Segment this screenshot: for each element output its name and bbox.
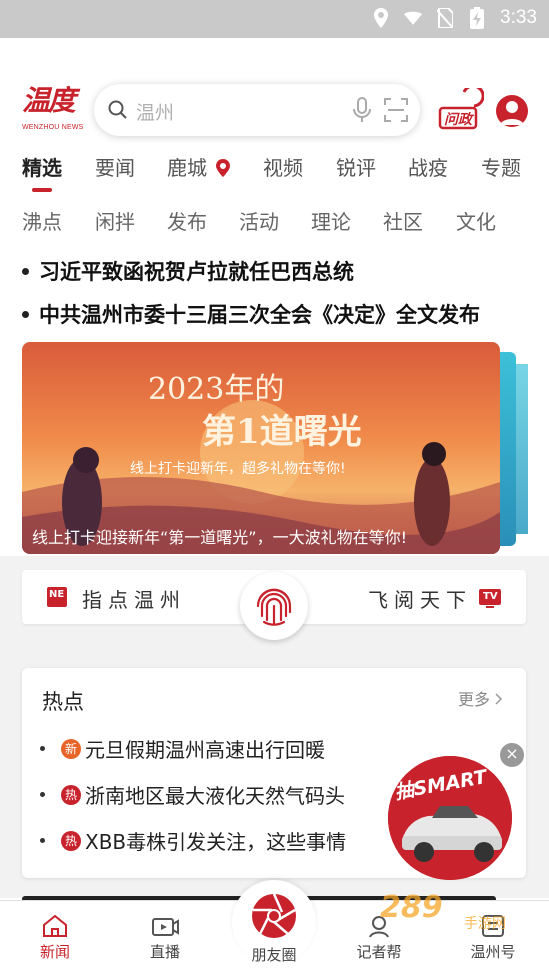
tab-fabu[interactable]: 发布 [167,206,207,235]
home-icon [20,911,90,941]
carousel-next-card[interactable] [500,352,516,546]
tv-icon-text: TV [483,591,498,602]
banner-caption: 线上打卡迎接新年“第一道曙光”，一大波礼物在等你! [32,528,407,547]
ask-government-icon[interactable]: 问政 [438,84,485,132]
hot-list-item[interactable]: 热 浙南地区最大液化天然气码头 [40,780,345,809]
status-icons: 3:33 [372,7,537,29]
zhidian-wenzhou-link[interactable]: 指点温州 [82,584,186,613]
bullet [22,267,29,275]
tab-shequ[interactable]: 社区 [383,206,423,235]
new-badge: 新 [61,738,81,759]
headline-item[interactable]: 中共温州市委十三届三次全会《决定》全文发布 [22,299,480,329]
news-icon: NE [46,586,68,612]
channel-tabs-primary: 精选 要闻 鹿城 视频 锐评 战疫 专题 [0,152,549,192]
search-icon [108,100,128,124]
fingerprint-icon [256,588,292,626]
tab-lucheng[interactable]: 鹿城 [167,152,231,182]
hot-title: 热点 [42,690,84,714]
tab-yaowen[interactable]: 要闻 [95,152,135,181]
status-bar: 3:33 [0,0,549,38]
banner-art-title-2: 第1道曙光 [202,412,362,452]
tab-ruiping[interactable]: 锐评 [336,152,376,181]
more-link[interactable]: 更多 [458,686,503,710]
tv-icon: TV [478,586,502,612]
hot-item-text: 浙南地区最大液化天然气码头 [85,784,345,808]
tab-news-label: 新闻 [39,943,70,961]
feiyue-tianxia-link[interactable]: 飞阅天下 [368,584,472,613]
tab-news[interactable]: 新闻 [20,911,90,962]
fingerprint-button[interactable] [240,572,308,640]
close-icon: × [505,744,519,763]
tab-lucheng-label: 鹿城 [167,156,207,180]
hot-list-item[interactable]: 新 元旦假期温州高速出行回暖 [40,734,325,763]
tab-zhanyi[interactable]: 战疫 [408,152,448,181]
no-sim-icon [436,7,454,29]
app-logo[interactable]: 温度 WENZHOU NEWS [22,84,86,140]
tab-live-label: 直播 [149,943,180,961]
tab-wenzhou-account-label: 温州号 [470,943,516,961]
watermark-text: 手游网 [464,916,506,932]
news-icon-text: NE [49,589,65,600]
search-placeholder: 温州 [136,102,175,124]
bullet [40,838,45,843]
hot-item-text: XBB毒株引发关注，这些事情 [85,830,347,854]
hot-badge: 热 [61,784,81,805]
banner-art-subtitle: 线上打卡迎新年，超多礼物在等你! [130,461,346,477]
status-time: 3:33 [500,7,537,28]
tab-live[interactable]: 直播 [130,911,200,962]
logo-subtext: WENZHOU NEWS [22,124,84,131]
scan-icon[interactable] [384,98,408,126]
close-ad-button[interactable]: × [500,743,524,767]
banner-carousel[interactable]: 2023年的 第1道曙光 线上打卡迎新年，超多礼物在等你! 线上打卡迎接新年“第… [22,342,500,554]
tab-xianban[interactable]: 闲拌 [95,206,135,235]
microphone-icon[interactable] [352,97,372,127]
video-icon [130,911,200,941]
channel-tabs-secondary: 沸点 闲拌 发布 活动 理论 社区 文化 [0,206,549,240]
hot-badge: 热 [61,830,81,851]
search-bar[interactable]: 温州 [94,84,420,136]
watermark-logo: 289 [380,890,443,925]
hot-list-item[interactable]: 热 XBB毒株引发关注，这些事情 [40,826,346,855]
bullet [22,310,29,318]
battery-charging-icon [468,7,486,29]
more-label: 更多 [458,690,491,709]
location-pin-icon [216,158,231,182]
tab-wenhua[interactable]: 文化 [456,206,496,235]
headline-text: 习近平致函祝贺卢拉就任巴西总统 [39,260,354,284]
active-tab-indicator [32,188,52,192]
banner-art-title-1: 2023年的 [148,372,285,407]
tab-huodong[interactable]: 活动 [239,206,279,235]
tab-moments-label: 朋友圈 [251,946,297,964]
header: 温度 WENZHOU NEWS 温州 问政 [0,80,549,142]
logo-text: 温度 [22,84,76,117]
ask-label: 问政 [444,112,472,128]
tab-zhuanti[interactable]: 专题 [481,152,521,181]
tab-jingxuan[interactable]: 精选 [22,152,62,181]
floating-ad[interactable]: 抽SMART [388,756,512,880]
bullet [40,792,45,797]
headline-text: 中共温州市委十三届三次全会《决定》全文发布 [39,303,480,327]
tab-shipin[interactable]: 视频 [263,152,303,181]
carousel-next-peek [516,364,528,534]
chevron-right-icon [495,690,503,709]
tab-feidian[interactable]: 沸点 [22,206,62,235]
headline-item[interactable]: 习近平致函祝贺卢拉就任巴西总统 [22,256,354,286]
bullet [40,746,45,751]
location-icon [372,7,390,29]
tab-reporter-label: 记者帮 [356,943,402,961]
tab-lilun[interactable]: 理论 [311,206,351,235]
wifi-icon [404,7,423,29]
user-avatar-icon[interactable] [496,95,528,127]
hot-item-text: 元旦假期温州高速出行回暖 [85,738,325,762]
